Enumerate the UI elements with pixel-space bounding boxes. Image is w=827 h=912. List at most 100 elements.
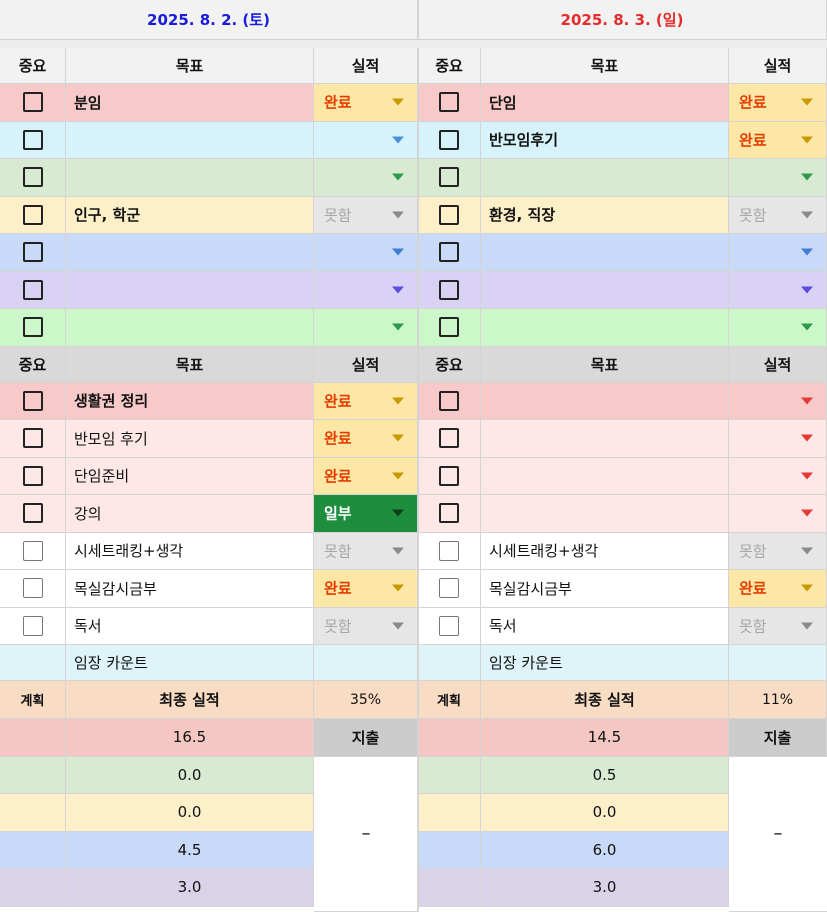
result-dropdown[interactable]	[314, 121, 418, 159]
result-dropdown[interactable]: 못함	[729, 196, 827, 234]
importance-checkbox[interactable]	[439, 204, 459, 225]
importance-cell	[418, 420, 481, 458]
goal-cell[interactable]: 분임	[66, 84, 314, 122]
importance-checkbox[interactable]	[439, 390, 459, 411]
result-dropdown[interactable]	[314, 309, 418, 347]
result-dropdown[interactable]: 완료	[314, 84, 418, 122]
importance-checkbox[interactable]	[22, 279, 43, 300]
importance-cell	[418, 121, 481, 159]
goal-cell[interactable]	[481, 271, 729, 309]
importance-checkbox[interactable]	[439, 540, 459, 561]
result-dropdown[interactable]: 못함	[314, 607, 418, 645]
result-dropdown[interactable]: 완료	[314, 570, 418, 608]
goal-cell[interactable]: 시세트래킹+생각	[481, 532, 729, 570]
result-dropdown[interactable]: 완료	[314, 382, 418, 420]
importance-checkbox[interactable]	[22, 578, 43, 599]
importance-checkbox[interactable]	[22, 92, 43, 113]
importance-checkbox[interactable]	[22, 317, 43, 338]
goal-cell[interactable]: 강의	[66, 495, 314, 533]
importance-checkbox[interactable]	[439, 167, 459, 188]
result-dropdown[interactable]: 완료	[729, 84, 827, 122]
result-dropdown[interactable]: 못함	[314, 532, 418, 570]
goal-cell[interactable]: 생활권 정리	[66, 382, 314, 420]
importance-cell	[0, 570, 66, 608]
column-header-label: 실적	[763, 355, 792, 374]
goal-cell[interactable]: 환경, 직장	[481, 196, 729, 234]
goal-cell[interactable]	[66, 121, 314, 159]
importance-checkbox[interactable]	[439, 503, 459, 524]
goal-cell[interactable]	[66, 234, 314, 272]
goal-cell[interactable]: 독서	[481, 607, 729, 645]
importance-checkbox[interactable]	[439, 129, 459, 150]
goal-cell[interactable]: 목실감시금부	[481, 570, 729, 608]
importance-cell	[0, 121, 66, 159]
result-dropdown[interactable]	[729, 309, 827, 347]
goal-text: 단임준비	[74, 467, 130, 486]
chevron-down-icon	[801, 173, 813, 181]
importance-checkbox[interactable]	[439, 428, 459, 449]
goal-text: 독서	[489, 617, 517, 636]
importance-cell	[0, 532, 66, 570]
result-dropdown[interactable]: 못함	[729, 532, 827, 570]
result-dropdown[interactable]: 완료	[729, 121, 827, 159]
goal-cell[interactable]: 독서	[66, 607, 314, 645]
count-value-cell[interactable]	[314, 645, 418, 681]
result-dropdown[interactable]	[729, 495, 827, 533]
importance-checkbox[interactable]	[439, 279, 459, 300]
goal-cell[interactable]	[66, 159, 314, 197]
goal-cell[interactable]	[481, 420, 729, 458]
importance-checkbox[interactable]	[22, 390, 43, 411]
goal-cell[interactable]	[481, 159, 729, 197]
importance-checkbox[interactable]	[22, 503, 43, 524]
goal-cell[interactable]	[66, 309, 314, 347]
goal-cell[interactable]: 시세트래킹+생각	[66, 532, 314, 570]
importance-checkbox[interactable]	[22, 465, 43, 486]
importance-checkbox[interactable]	[22, 204, 43, 225]
goal-cell[interactable]: 인구, 학군	[66, 196, 314, 234]
result-dropdown[interactable]	[314, 159, 418, 197]
result-dropdown[interactable]	[314, 271, 418, 309]
submit-value: –	[361, 823, 371, 845]
importance-cell	[0, 271, 66, 309]
importance-checkbox[interactable]	[439, 242, 459, 263]
result-dropdown[interactable]	[729, 234, 827, 272]
goal-cell[interactable]	[481, 382, 729, 420]
result-dropdown[interactable]: 못함	[314, 196, 418, 234]
result-dropdown[interactable]	[729, 271, 827, 309]
goal-cell[interactable]	[481, 309, 729, 347]
goal-cell[interactable]: 단임	[481, 84, 729, 122]
result-dropdown[interactable]: 완료	[729, 570, 827, 608]
result-dropdown[interactable]: 못함	[729, 607, 827, 645]
goal-cell[interactable]	[66, 271, 314, 309]
goal-cell[interactable]	[481, 457, 729, 495]
importance-checkbox[interactable]	[22, 615, 43, 636]
goal-cell[interactable]: 목실감시금부	[66, 570, 314, 608]
importance-checkbox[interactable]	[22, 129, 43, 150]
goal-cell[interactable]: 단임준비	[66, 457, 314, 495]
importance-checkbox[interactable]	[439, 317, 459, 338]
importance-cell	[418, 495, 481, 533]
result-dropdown[interactable]	[729, 159, 827, 197]
result-dropdown[interactable]	[314, 234, 418, 272]
result-dropdown[interactable]: 완료	[314, 420, 418, 458]
goal-cell[interactable]	[481, 495, 729, 533]
goal-cell[interactable]: 반모임 후기	[66, 420, 314, 458]
importance-checkbox[interactable]	[22, 242, 43, 263]
result-dropdown[interactable]: 완료	[314, 457, 418, 495]
importance-checkbox[interactable]	[439, 578, 459, 599]
importance-checkbox[interactable]	[22, 540, 43, 561]
chevron-down-icon	[801, 584, 813, 592]
result-dropdown[interactable]	[729, 382, 827, 420]
goal-cell[interactable]: 반모임후기	[481, 121, 729, 159]
goal-text: 시세트래킹+생각	[74, 542, 184, 561]
count-value-cell[interactable]	[729, 645, 827, 681]
importance-checkbox[interactable]	[22, 167, 43, 188]
importance-checkbox[interactable]	[22, 428, 43, 449]
importance-checkbox[interactable]	[439, 92, 459, 113]
result-dropdown[interactable]	[729, 420, 827, 458]
result-dropdown[interactable]: 일부	[314, 495, 418, 533]
goal-cell[interactable]	[481, 234, 729, 272]
importance-checkbox[interactable]	[439, 465, 459, 486]
importance-checkbox[interactable]	[439, 615, 459, 636]
result-dropdown[interactable]	[729, 457, 827, 495]
